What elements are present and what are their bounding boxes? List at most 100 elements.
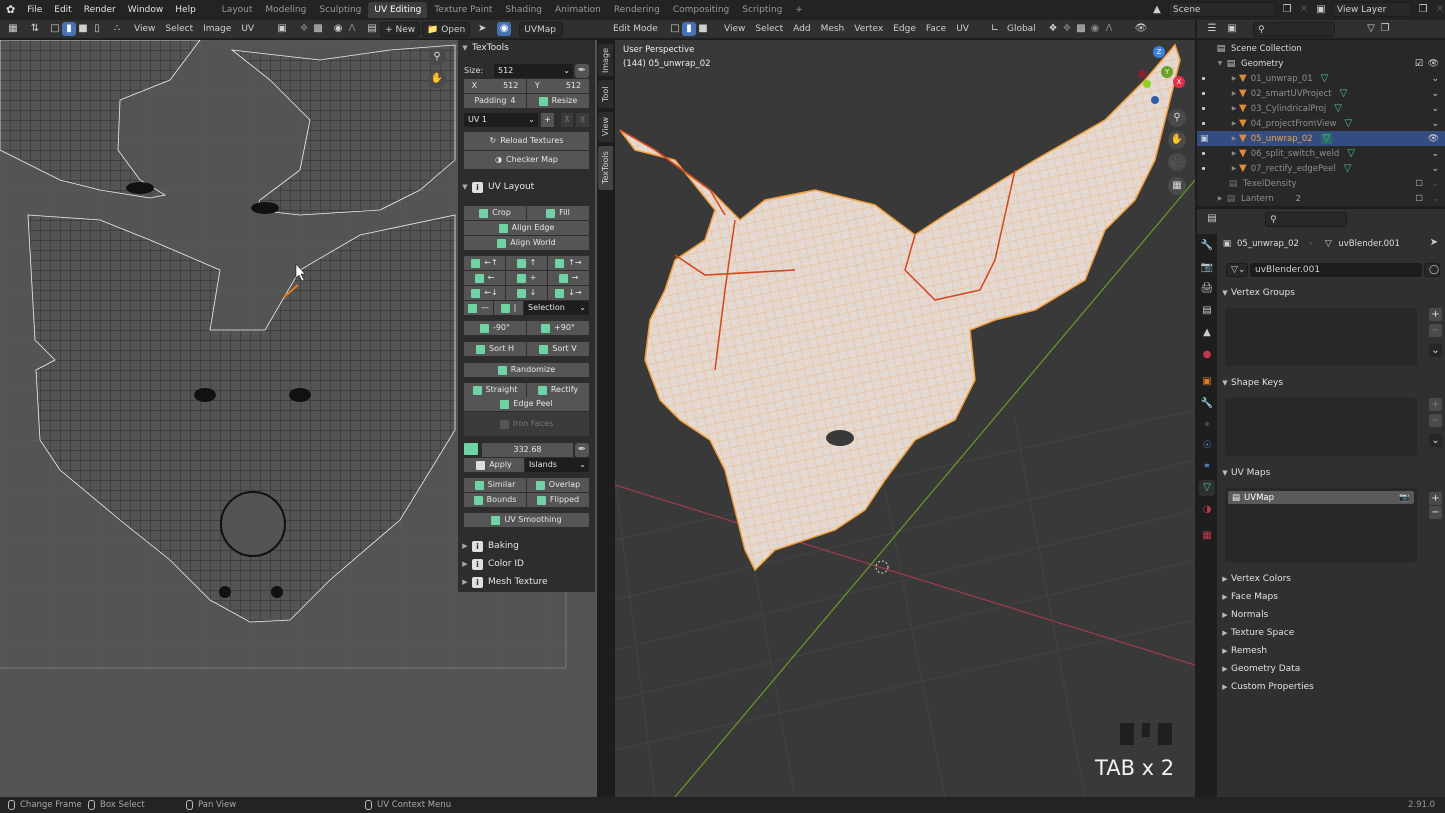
- rotate-neg90-button[interactable]: -90°: [464, 321, 527, 335]
- sidebar-tab-tool[interactable]: Tool: [598, 80, 613, 108]
- pin-icon[interactable]: ➤: [475, 22, 489, 36]
- mesh-data-icon[interactable]: ▽: [1321, 73, 1329, 84]
- menu-render[interactable]: Render: [78, 0, 122, 20]
- remove-vertex-group-button[interactable]: −: [1429, 324, 1442, 337]
- uv-map-item[interactable]: ▤ UVMap 📷: [1228, 491, 1414, 504]
- crop-button[interactable]: Crop: [464, 206, 527, 220]
- align-top-left-button[interactable]: ←↑: [464, 256, 506, 270]
- align-top-right-button[interactable]: ↑→: [548, 256, 589, 270]
- menu-file[interactable]: File: [21, 0, 48, 20]
- outliner-item-02[interactable]: ▶ ▼ 02_smartUVProject ▽ ⌄: [1197, 86, 1445, 101]
- menu-image[interactable]: Image: [199, 22, 235, 37]
- align-world-button[interactable]: Align World: [464, 236, 589, 250]
- select-bounds-button[interactable]: Bounds: [464, 493, 527, 507]
- straight-button[interactable]: Straight: [464, 383, 527, 397]
- sidebar-tab-image[interactable]: Image: [598, 44, 613, 76]
- geometry-collection-row[interactable]: ▼ ▤ Geometry ☑ 👁: [1197, 56, 1445, 71]
- uv-pan-button[interactable]: ✋: [428, 70, 446, 88]
- custom-properties-header[interactable]: ▶ Custom Properties: [1219, 678, 1445, 696]
- hidden-eye-icon[interactable]: ⌄: [1431, 74, 1439, 84]
- constraints-tab-icon[interactable]: ⚭: [1199, 459, 1215, 475]
- gizmo-neg-z-icon[interactable]: [1151, 96, 1159, 104]
- y-size-field[interactable]: Y 512: [527, 79, 589, 93]
- falloff-icon[interactable]: Λ: [345, 22, 359, 36]
- add-vertex-group-button[interactable]: +: [1429, 308, 1442, 321]
- scene-icon[interactable]: ▲: [1150, 3, 1164, 17]
- tab-compositing[interactable]: Compositing: [667, 2, 735, 18]
- select-overlap-button[interactable]: Overlap: [527, 478, 589, 492]
- snap-target-icon[interactable]: ▩: [311, 22, 325, 36]
- outliner-lantern-row[interactable]: ▶ ▤ Lantern 2 ☐ ⌄: [1197, 191, 1445, 206]
- vp-menu-face[interactable]: Face: [922, 22, 950, 37]
- scene-collection-row[interactable]: ▤ Scene Collection: [1197, 41, 1445, 56]
- mesh-browse-icon[interactable]: ▽⌄: [1226, 263, 1248, 277]
- exclude-checkbox[interactable]: ☐: [1415, 194, 1423, 204]
- sidebar-tab-view[interactable]: View: [598, 112, 613, 142]
- hidden-eye-icon[interactable]: ⌄: [1431, 104, 1439, 114]
- snap-icon[interactable]: ❖: [297, 22, 311, 36]
- select-flipped-button[interactable]: Flipped: [527, 493, 589, 507]
- vp-menu-view[interactable]: View: [720, 22, 749, 37]
- select-similar-button[interactable]: Similar: [464, 478, 527, 492]
- sort-v-button[interactable]: Sort V: [527, 342, 589, 356]
- view-layer-selector[interactable]: View Layer: [1332, 2, 1412, 17]
- uv-layout-header[interactable]: ▼ i UV Layout: [458, 179, 595, 195]
- move-uv-down-button[interactable]: ⊻: [576, 113, 589, 127]
- shape-key-specials-button[interactable]: ⌄: [1429, 434, 1442, 447]
- textools-header[interactable]: ▼ TexTools: [458, 40, 595, 56]
- align-top-button[interactable]: ↑: [506, 256, 548, 270]
- vp-snap-icon[interactable]: ❖: [1060, 22, 1074, 36]
- pin-icon[interactable]: ➤: [1427, 236, 1441, 250]
- transform-orientation-icon[interactable]: ∟: [988, 22, 1002, 36]
- remesh-header[interactable]: ▶ Remesh: [1219, 642, 1445, 660]
- rectify-button[interactable]: Rectify: [527, 383, 589, 397]
- vp-ortho-toggle-button[interactable]: ▦: [1168, 177, 1186, 195]
- mesh-name-field[interactable]: uvBlender.001: [1250, 263, 1422, 277]
- pivot-icon[interactable]: ▣: [275, 22, 289, 36]
- vp-menu-select[interactable]: Select: [751, 22, 787, 37]
- add-shape-key-button[interactable]: +: [1429, 398, 1442, 411]
- output-tab-icon[interactable]: 🖨: [1199, 281, 1215, 297]
- outliner-item-07[interactable]: ▶ ▼ 07_rectify_edgePeel ▽ ⌄: [1197, 161, 1445, 176]
- outliner-texeldensity-row[interactable]: ▤ TexelDensity ☐ ⌄: [1197, 176, 1445, 191]
- uv-maps-list[interactable]: ▤ UVMap 📷: [1225, 488, 1417, 562]
- checker-map-button[interactable]: ◑ Checker Map: [464, 151, 589, 169]
- menu-view[interactable]: View: [130, 22, 159, 37]
- mesh-datablock-selector[interactable]: ▽⌄ uvBlender.001 ◯: [1225, 263, 1441, 277]
- particles-tab-icon[interactable]: ∘: [1199, 417, 1215, 433]
- selection-dropdown[interactable]: Selection ⌄: [524, 301, 589, 315]
- sticky-select-icon[interactable]: ∴: [110, 22, 124, 36]
- vertex-groups-header[interactable]: ▼ Vertex Groups: [1219, 284, 1445, 302]
- fill-button[interactable]: Fill: [527, 206, 589, 220]
- add-workspace-button[interactable]: +: [789, 2, 809, 18]
- image-browse-icon[interactable]: ▤: [365, 22, 379, 36]
- sort-h-button[interactable]: Sort H: [464, 342, 527, 356]
- hidden-eye-icon[interactable]: ⌄: [1431, 179, 1439, 189]
- vertex-select-icon[interactable]: □: [48, 22, 62, 36]
- world-tab-icon[interactable]: ●: [1199, 347, 1215, 363]
- properties-editor-type-icon[interactable]: ▤: [1205, 212, 1219, 226]
- face-select-icon[interactable]: ■: [76, 22, 90, 36]
- sidebar-tab-textools[interactable]: TexTools: [598, 146, 613, 190]
- menu-window[interactable]: Window: [122, 0, 170, 20]
- vertex-group-specials-button[interactable]: ⌄: [1429, 344, 1442, 357]
- menu-help[interactable]: Help: [169, 0, 202, 20]
- distribute-v-button[interactable]: |: [494, 301, 524, 315]
- uv-sculpt-icon[interactable]: ◉: [497, 22, 512, 36]
- gizmo-neg-x-icon[interactable]: [1138, 70, 1146, 78]
- rotate-pos90-button[interactable]: +90°: [527, 321, 589, 335]
- x-size-field[interactable]: X 512: [464, 79, 527, 93]
- gizmo-z-icon[interactable]: Z: [1153, 46, 1165, 58]
- align-bottom-button[interactable]: ↓: [506, 286, 548, 300]
- mode-selector[interactable]: Edit Mode: [609, 22, 667, 37]
- reload-textures-button[interactable]: ↻ Reload Textures: [464, 132, 589, 150]
- blender-logo-icon[interactable]: ✿: [0, 0, 21, 20]
- resize-button[interactable]: Resize: [527, 94, 589, 108]
- face-mode-icon[interactable]: ■: [696, 22, 710, 36]
- vp-zoom-button[interactable]: ⚲: [1168, 109, 1186, 127]
- add-uv-map-button[interactable]: +: [1429, 492, 1442, 505]
- hidden-eye-icon[interactable]: ⌄: [1431, 89, 1439, 99]
- baking-panel-header[interactable]: ▶ i Baking: [458, 538, 595, 554]
- hidden-eye-icon[interactable]: ⌄: [1431, 119, 1439, 129]
- mesh-data-icon[interactable]: ▽: [1347, 148, 1355, 159]
